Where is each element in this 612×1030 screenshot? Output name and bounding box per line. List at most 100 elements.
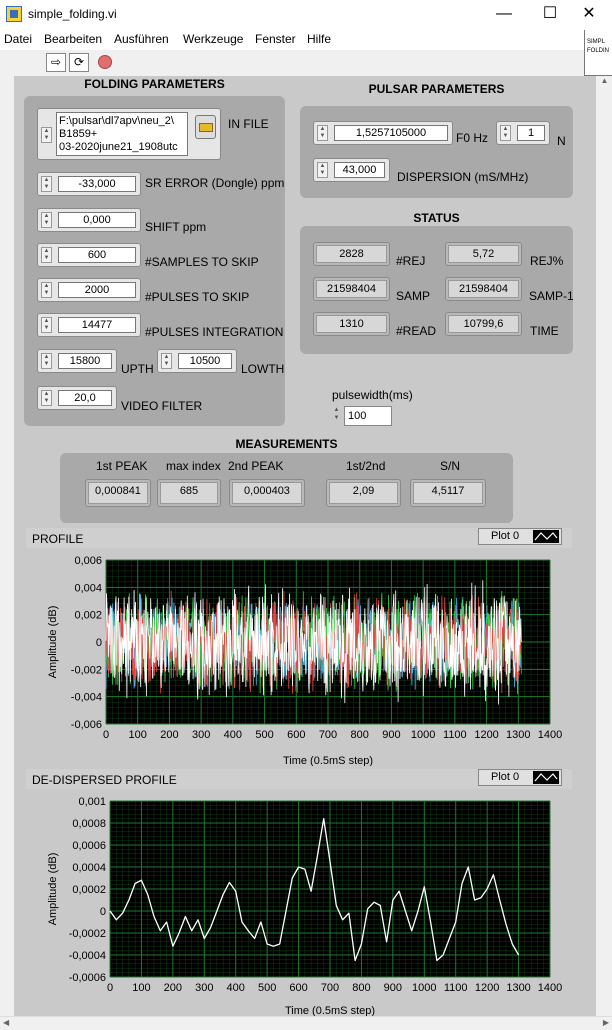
increment-decrement-icon[interactable]: ▲ ▼ — [317, 125, 328, 141]
increment-decrement-icon[interactable]: ▲ ▼ — [41, 247, 52, 263]
second-peak-label: 2nd PEAK — [228, 459, 284, 473]
pulsar-parameters-title: PULSAR PARAMETERS — [368, 82, 505, 96]
samp1-value: 21598404 — [448, 280, 519, 298]
vertical-scrollbar[interactable]: ▲ — [597, 76, 612, 1016]
scroll-right-arrow-icon[interactable]: ▶ — [603, 1018, 609, 1027]
first-peak-value: 0,000841 — [88, 482, 148, 504]
pulsewidth-value[interactable]: 100 — [344, 406, 392, 426]
increment-decrement-icon[interactable]: ▲ ▼ — [41, 282, 52, 298]
x-tick-label: 900 — [384, 982, 402, 994]
second-peak-value: 0,000403 — [232, 482, 302, 504]
sn-value: 4,5117 — [413, 482, 483, 504]
y-tick-label: 0,0002 — [72, 884, 106, 896]
minimize-button[interactable]: — — [481, 0, 527, 30]
dispersion-value[interactable]: 43,000 — [334, 162, 385, 178]
y-axis-label: Amplitude (dB) — [47, 853, 59, 926]
y-tick-label: 0,0004 — [72, 862, 106, 874]
second-peak-indicator: 0,000403 — [229, 479, 305, 507]
increment-decrement-icon[interactable]: ▲ ▼ — [331, 406, 342, 424]
max-index-value: 685 — [160, 482, 218, 504]
pulses-integration-control[interactable]: ▲ ▼ 14477 — [37, 313, 141, 337]
horizontal-scrollbar[interactable]: ◀ ▶ — [0, 1016, 612, 1030]
menu-bearbeiten[interactable]: Bearbeiten — [44, 32, 102, 46]
run-continuously-icon[interactable]: ⟳ — [69, 53, 89, 72]
time-indicator: 10799,6 — [445, 312, 522, 336]
shift-value[interactable]: 0,000 — [58, 212, 136, 228]
pulses-integration-label: #PULSES INTEGRATION — [145, 325, 284, 339]
y-tick-label: -0,0004 — [69, 950, 106, 962]
samples-skip-value[interactable]: 600 — [58, 247, 136, 263]
folder-browse-button[interactable] — [195, 115, 216, 139]
shift-control[interactable]: ▲ ▼ 0,000 — [37, 208, 141, 232]
f0-control[interactable]: ▲ ▼ 1,5257105000 — [313, 121, 453, 145]
close-button[interactable]: ✕ — [566, 0, 612, 30]
f0-label: F0 Hz — [456, 131, 489, 145]
x-tick-label: 100 — [129, 729, 147, 741]
increment-decrement-icon[interactable]: ▲ ▼ — [161, 353, 172, 369]
menu-datei[interactable]: Datei — [4, 32, 32, 46]
title-bar: simple_folding.vi — ☐ ✕ — [0, 0, 612, 30]
path-browse-spin-icon[interactable]: ▲ ▼ — [41, 127, 52, 143]
lowth-value[interactable]: 10500 — [178, 353, 232, 369]
y-axis-label: Amplitude (dB) — [47, 606, 59, 679]
increment-decrement-icon[interactable]: ▲ ▼ — [317, 162, 328, 178]
scroll-left-arrow-icon[interactable]: ◀ — [3, 1018, 9, 1027]
pulses-skip-value[interactable]: 2000 — [58, 282, 136, 298]
video-filter-control[interactable]: ▲ ▼ 20,0 — [37, 386, 117, 410]
plot-style-swatch-icon — [533, 530, 559, 543]
dedispersed-plot-legend[interactable]: Plot 0 — [478, 769, 562, 786]
menu-werkzeuge[interactable]: Werkzeuge — [183, 32, 243, 46]
upth-value[interactable]: 15800 — [58, 353, 112, 369]
x-tick-label: 1200 — [474, 729, 498, 741]
increment-decrement-icon[interactable]: ▲ ▼ — [41, 390, 52, 406]
pulses-integration-value[interactable]: 14477 — [58, 317, 136, 333]
menu-ausfuehren[interactable]: Ausführen — [114, 32, 169, 46]
increment-decrement-icon[interactable]: ▲ ▼ — [41, 353, 52, 369]
f0-value[interactable]: 1,5257105000 — [334, 125, 448, 141]
vi-icon-text: FOLDIN — [587, 48, 610, 54]
labview-vi-icon — [6, 6, 22, 22]
n-control[interactable]: ▲ ▼ 1 — [496, 121, 550, 145]
rej-label: #REJ — [396, 254, 426, 268]
infile-path-control[interactable]: ▲ ▼ F:\pulsar\dl7apv\neu_2\ B1859+ 03-202… — [37, 108, 221, 160]
sr-error-control[interactable]: ▲ ▼ -33,000 — [37, 172, 141, 196]
increment-decrement-icon[interactable]: ▲ ▼ — [41, 212, 52, 228]
x-tick-label: 100 — [132, 982, 150, 994]
samples-skip-control[interactable]: ▲ ▼ 600 — [37, 243, 141, 267]
rej-pct-label: REJ% — [530, 254, 564, 268]
rej-pct-indicator: 5,72 — [445, 242, 522, 266]
samp-indicator: 21598404 — [313, 277, 390, 301]
increment-decrement-icon[interactable]: ▲ ▼ — [41, 176, 52, 192]
run-arrow-icon[interactable]: ⇨ — [46, 53, 66, 72]
ratio-value: 2,09 — [329, 482, 398, 504]
n-value[interactable]: 1 — [517, 125, 545, 141]
video-filter-value[interactable]: 20,0 — [58, 390, 112, 406]
max-index-indicator: 685 — [157, 479, 221, 507]
upth-control[interactable]: ▲ ▼ 15800 — [37, 349, 117, 373]
profile-plot-legend[interactable]: Plot 0 — [478, 528, 562, 545]
max-index-label: max index — [166, 459, 221, 473]
y-tick-label: 0,0008 — [72, 818, 106, 830]
sr-error-value[interactable]: -33,000 — [58, 176, 136, 192]
lowth-control[interactable]: ▲ ▼ 10500 — [157, 349, 237, 373]
measurements-title: MEASUREMENTS — [235, 437, 338, 451]
shift-label: SHIFT ppm — [145, 220, 207, 234]
pulsewidth-control[interactable]: ▲ ▼ 100 — [331, 404, 395, 428]
abort-stop-icon[interactable] — [95, 53, 115, 72]
y-tick-label: 0 — [100, 906, 106, 918]
scroll-up-arrow-icon[interactable]: ▲ — [597, 76, 612, 85]
dispersion-control[interactable]: ▲ ▼ 43,000 — [313, 158, 390, 182]
increment-decrement-icon[interactable]: ▲ ▼ — [41, 317, 52, 333]
first-peak-label: 1st PEAK — [96, 459, 148, 473]
x-tick-label: 500 — [258, 982, 276, 994]
y-tick-label: -0,006 — [71, 719, 102, 731]
time-label: TIME — [530, 324, 559, 338]
infile-path-text[interactable]: F:\pulsar\dl7apv\neu_2\ B1859+ 03-2020ju… — [56, 112, 188, 156]
x-tick-label: 300 — [195, 982, 213, 994]
increment-decrement-icon[interactable]: ▲ ▼ — [500, 125, 511, 141]
x-tick-label: 400 — [224, 729, 242, 741]
menu-hilfe[interactable]: Hilfe — [307, 32, 331, 46]
menu-fenster[interactable]: Fenster — [255, 32, 296, 46]
plot-style-swatch-icon — [533, 771, 559, 784]
pulses-skip-control[interactable]: ▲ ▼ 2000 — [37, 278, 141, 302]
